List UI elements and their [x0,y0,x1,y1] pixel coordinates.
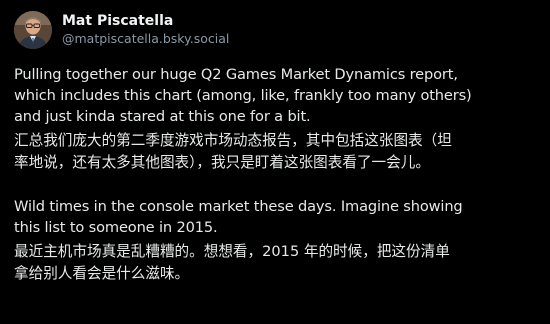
post-paragraph-chinese-2: 最近主机市场真是乱糟糟的。想想看，2015 年的时候，把这份清单 拿给别人看会是… [14,241,544,285]
post-text-line: Pulling together our huge Q2 Games Marke… [14,66,458,83]
post-body: Pulling together our huge Q2 Games Marke… [14,64,544,285]
post-paragraph-english-1: Pulling together our huge Q2 Games Marke… [14,64,544,127]
post-text-line: this list to someone in 2015. [14,219,218,236]
post-text-line: Wild times in the console market these d… [14,198,463,215]
post-text-line: 汇总我们庞大的第二季度游戏市场动态报告，其中包括这张图表（坦 [14,132,452,149]
author-names: Mat Piscatella @matpiscatella.bsky.socia… [62,12,229,48]
post-text-line: 最近主机市场真是乱糟糟的。想想看，2015 年的时候，把这份清单 [14,243,450,260]
post-text-line: 拿给别人看会是什么滋味。 [14,265,190,282]
post-text-line: 率地说，还有太多其他图表），我只是盯着这张图表看了一会儿。 [14,154,430,171]
post-text-line: and just kinda stared at this one for a … [14,108,311,125]
post-header: Mat Piscatella @matpiscatella.bsky.socia… [14,8,229,52]
author-handle[interactable]: @matpiscatella.bsky.social [62,30,229,48]
avatar-photo-icon [14,11,52,49]
author-display-name[interactable]: Mat Piscatella [62,12,229,30]
post-text-line: which includes this chart (among, like, … [14,87,472,104]
social-post: Mat Piscatella @matpiscatella.bsky.socia… [0,0,550,324]
post-paragraph-english-2: Wild times in the console market these d… [14,196,544,238]
avatar[interactable] [14,11,52,49]
post-paragraph-chinese-1: 汇总我们庞大的第二季度游戏市场动态报告，其中包括这张图表（坦 率地说，还有太多其… [14,130,544,174]
